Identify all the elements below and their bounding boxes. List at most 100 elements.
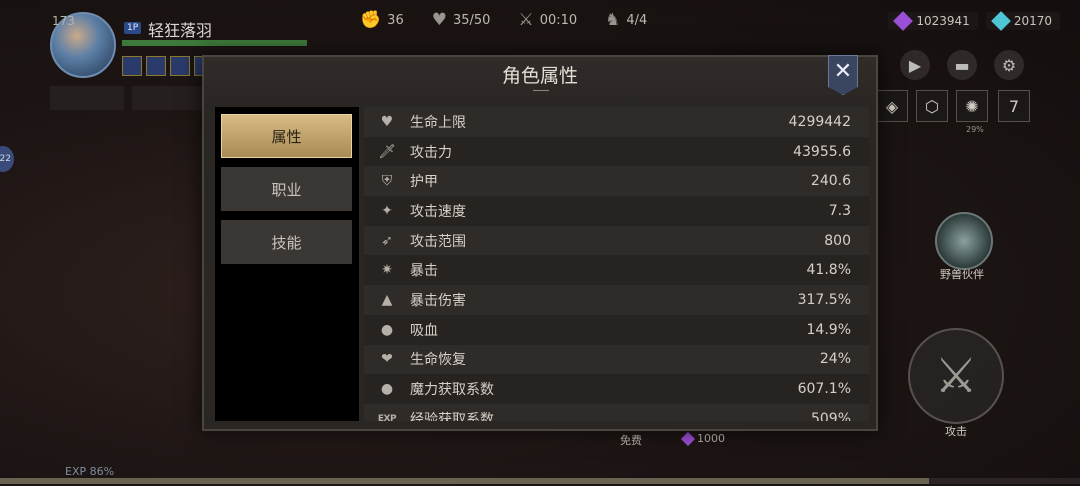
player-level: 173 xyxy=(52,14,75,28)
beast-partner-label: 野兽伙伴 xyxy=(940,268,984,281)
buff-icon[interactable] xyxy=(146,56,166,76)
top-stat-item: ⚔ 00:10 xyxy=(518,10,578,30)
free-label: 免费 xyxy=(620,434,642,447)
purple-gem-icon xyxy=(680,431,696,446)
hud-slot[interactable] xyxy=(132,86,206,110)
stat-name: 吸血 xyxy=(410,322,438,339)
stat-row: ⛨ 护甲 240.6 xyxy=(364,166,869,197)
stat-name: 攻击力 xyxy=(410,144,452,161)
stat-name: 攻击速度 xyxy=(410,203,466,220)
stat-name: 暴击伤害 xyxy=(410,292,466,309)
stat-name: 经验获取系数 xyxy=(410,411,494,421)
stat-row: ▲ 暴击伤害 317.5% xyxy=(364,285,869,315)
attack-button[interactable]: ⚔ xyxy=(908,328,1004,424)
free-cost: 1000 xyxy=(680,431,725,446)
stat-row: ✦ 攻击速度 7.3 xyxy=(364,196,869,226)
close-button[interactable]: ✕ xyxy=(828,55,858,95)
stats-list[interactable]: ♥ 生命上限 4299442 🗡 攻击力 43955.6 ⛨ 护甲 240.6 ✦ 攻击速度 7.3 ➶… xyxy=(364,107,869,421)
skill-icon: ✺ xyxy=(965,96,979,116)
heart-icon: ♥ xyxy=(380,113,394,130)
top-stat-item: ♞ 4/4 xyxy=(605,10,648,30)
fist-icon: ✊ xyxy=(360,10,382,30)
stat-value: 607.1% xyxy=(797,381,851,398)
tab-skills[interactable]: 技能 xyxy=(221,220,352,264)
stat-row: ● 魔力获取系数 607.1% xyxy=(364,374,869,404)
stat-value: 317.5% xyxy=(797,291,851,308)
stat-value: 509% xyxy=(810,410,851,421)
skill-slot[interactable]: ⬡ xyxy=(916,90,948,122)
stat-value: 24% xyxy=(819,351,851,368)
chat-button[interactable]: ▬ xyxy=(947,50,977,80)
stat-value: 14.9% xyxy=(806,321,851,338)
currency-bar: 1023941 20170 xyxy=(888,11,1060,31)
player-tag-badge: 1P xyxy=(124,22,142,34)
currency-purple[interactable]: 1023941 xyxy=(888,11,978,31)
blood-drop-icon: ● xyxy=(380,321,394,338)
dialog-header: 角色属性 ✕ xyxy=(204,55,876,105)
play-button[interactable]: ▶ xyxy=(900,50,930,80)
stat-row: ➶ 攻击范围 800 xyxy=(364,225,869,256)
skill-icon: ◈ xyxy=(885,96,899,116)
stat-name: 护甲 xyxy=(410,174,438,191)
character-attributes-dialog: 角色属性 ✕ 属性 职业 技能 ♥ 生命上限 4299442 🗡 攻击力 43955.6 ⛨… xyxy=(202,55,878,431)
attack-range-icon: ➶ xyxy=(381,232,393,249)
exp-bar xyxy=(0,478,1080,484)
skill-cooldown: 29% xyxy=(966,125,984,134)
purple-gem-icon xyxy=(893,11,914,31)
cyan-gem-icon xyxy=(990,11,1011,31)
title-ornament xyxy=(533,90,549,94)
play-icon: ▶ xyxy=(908,55,922,75)
critical-damage-icon: ▲ xyxy=(381,291,393,308)
buff-icon[interactable] xyxy=(122,56,142,76)
stat-row: 🗡 攻击力 43955.6 xyxy=(364,136,869,167)
buff-icon[interactable] xyxy=(170,56,190,76)
player-hp-bar xyxy=(122,40,307,46)
attack-speed-icon: ✦ xyxy=(381,202,393,219)
skill-slot[interactable]: 7 xyxy=(998,90,1030,122)
heart-pulse-icon: ♥ xyxy=(431,10,447,30)
tab-attributes[interactable]: 属性 xyxy=(221,114,352,158)
buff-list xyxy=(122,56,214,76)
stat-row: ✷ 暴击 41.8% xyxy=(364,255,869,286)
skill-icon: ⬡ xyxy=(925,96,939,116)
stat-value: 41.8% xyxy=(806,262,851,279)
gear-icon: ⚙ xyxy=(1001,55,1017,75)
top-stats-bar: ✊ 36 ♥ 35/50 ⚔ 00:10 ♞ 4/4 xyxy=(360,10,647,30)
stat-value: 240.6 xyxy=(810,173,851,190)
stat-name: 生命恢复 xyxy=(410,352,466,369)
top-stat-item: ✊ 36 xyxy=(360,10,404,30)
skill-slot[interactable]: ◈ xyxy=(876,90,908,122)
sword-icon: 🗡 xyxy=(378,143,396,160)
stat-value: 4299442 xyxy=(788,113,851,130)
skill-icon: 7 xyxy=(1008,96,1020,116)
chat-icon: ▬ xyxy=(954,55,970,75)
stat-row: ● 吸血 14.9% xyxy=(364,314,869,345)
stat-name: 生命上限 xyxy=(410,114,466,131)
stat-value: 43955.6 xyxy=(793,143,851,160)
crossed-swords-icon: ⚔ xyxy=(518,10,534,30)
top-stat-item: ♥ 35/50 xyxy=(431,10,491,30)
close-icon: ✕ xyxy=(833,59,853,84)
stat-value: 800 xyxy=(824,232,851,249)
exp-label: EXP 86% xyxy=(65,465,115,478)
shield-icon: ⛨ xyxy=(381,173,393,190)
hud-slot[interactable] xyxy=(50,86,124,110)
beast-partner-button[interactable] xyxy=(935,212,993,270)
stat-name: 暴击 xyxy=(410,263,438,280)
sword-icon: ⚔ xyxy=(934,348,978,404)
mana-orb-icon: ● xyxy=(380,381,394,398)
tab-class[interactable]: 职业 xyxy=(221,167,352,211)
stat-row: EXP 经验获取系数 509% xyxy=(364,403,869,421)
player-name: 轻狂落羽 xyxy=(148,21,213,40)
critical-icon: ✷ xyxy=(381,262,393,279)
tab-list: 属性 职业 技能 xyxy=(215,107,359,421)
currency-cyan[interactable]: 20170 xyxy=(985,11,1060,31)
stat-name: 攻击范围 xyxy=(410,233,466,250)
exp-bar-fill xyxy=(0,478,929,484)
beast-head-icon: ♞ xyxy=(605,10,621,30)
stat-row: ❤ 生命恢复 24% xyxy=(364,344,869,375)
stat-name: 魔力获取系数 xyxy=(410,382,494,399)
attack-label: 攻击 xyxy=(945,425,967,438)
skill-slot[interactable]: ✺ xyxy=(956,90,988,122)
settings-button[interactable]: ⚙ xyxy=(994,50,1024,80)
